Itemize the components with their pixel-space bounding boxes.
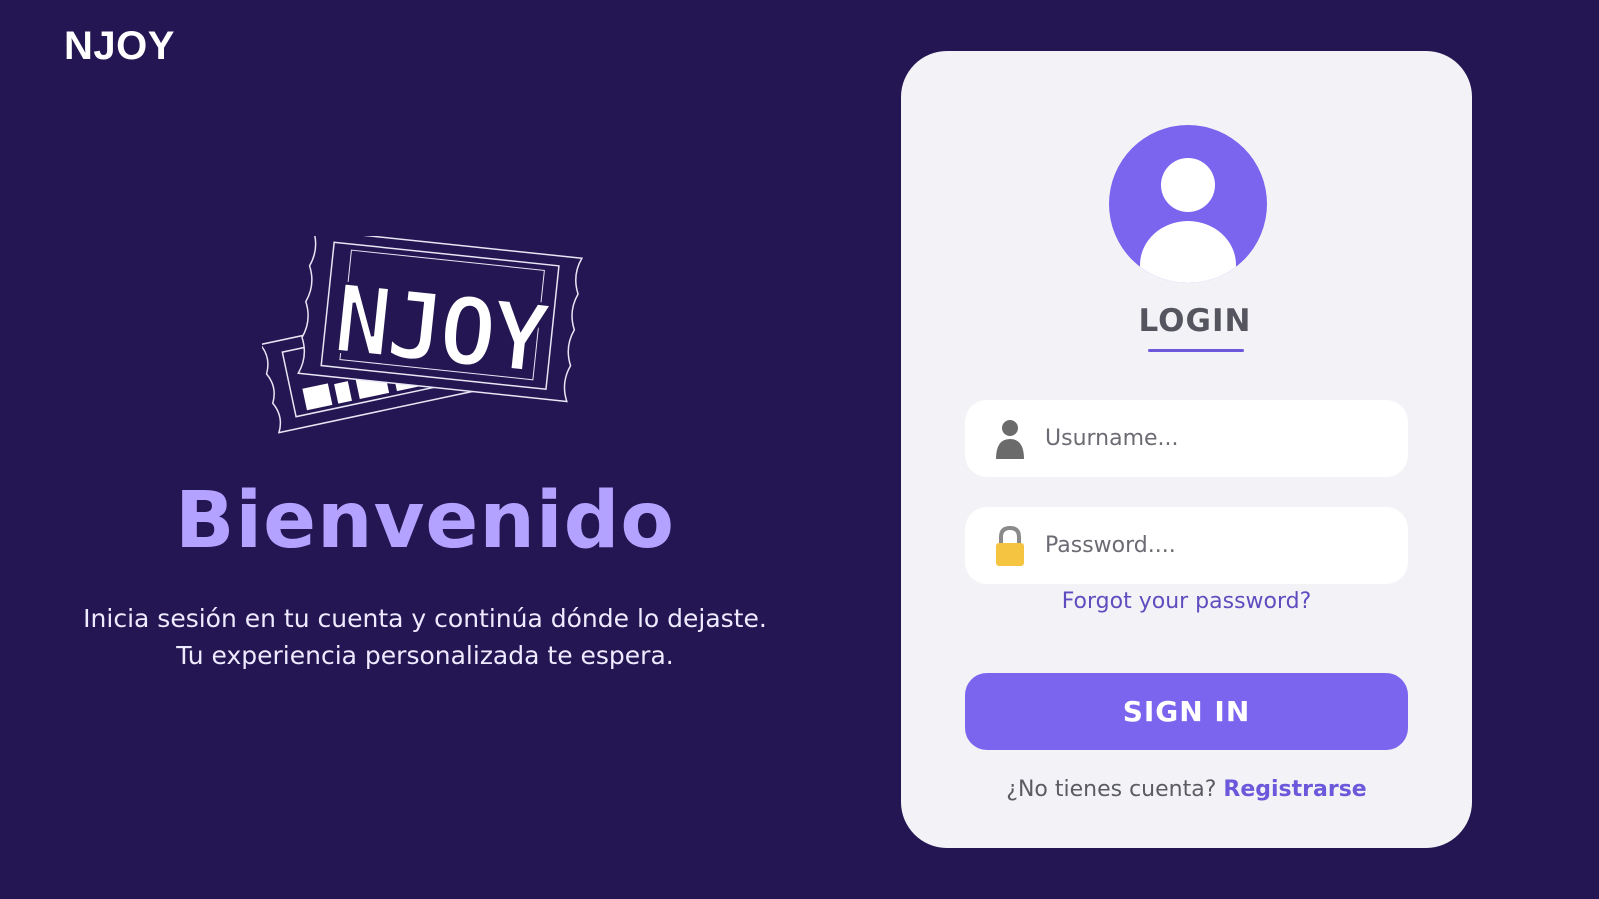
register-line: ¿No tienes cuenta? Registrarse xyxy=(901,777,1472,802)
password-input[interactable] xyxy=(1043,532,1387,559)
welcome-subtitle: Inicia sesión en tu cuenta y continúa dó… xyxy=(0,600,850,674)
login-card: LOGIN Forgot your password? SIGN IN ¿No … xyxy=(901,51,1472,848)
title-underline xyxy=(1148,349,1244,352)
forgot-password-link[interactable]: Forgot your password? xyxy=(901,589,1472,614)
logo-art-text: NJOY xyxy=(329,265,554,396)
njoy-ticket-logo: NJOY xyxy=(262,236,584,434)
brand-logo[interactable]: NJOY xyxy=(64,24,175,69)
login-title: LOGIN xyxy=(1138,303,1252,339)
username-input[interactable] xyxy=(1043,425,1387,452)
user-avatar-icon xyxy=(1109,125,1267,283)
sign-in-button[interactable]: SIGN IN xyxy=(965,673,1408,750)
welcome-title: Bienvenido xyxy=(174,476,676,566)
lock-icon xyxy=(996,525,1024,566)
password-field[interactable] xyxy=(965,507,1408,584)
register-link[interactable]: Registrarse xyxy=(1223,777,1366,802)
subtitle-line-1: Inicia sesión en tu cuenta y continúa dó… xyxy=(83,604,767,633)
user-icon xyxy=(996,419,1024,459)
username-field[interactable] xyxy=(965,400,1408,477)
subtitle-line-2: Tu experiencia personalizada te espera. xyxy=(176,641,674,670)
register-prompt: ¿No tienes cuenta? xyxy=(1006,777,1217,802)
